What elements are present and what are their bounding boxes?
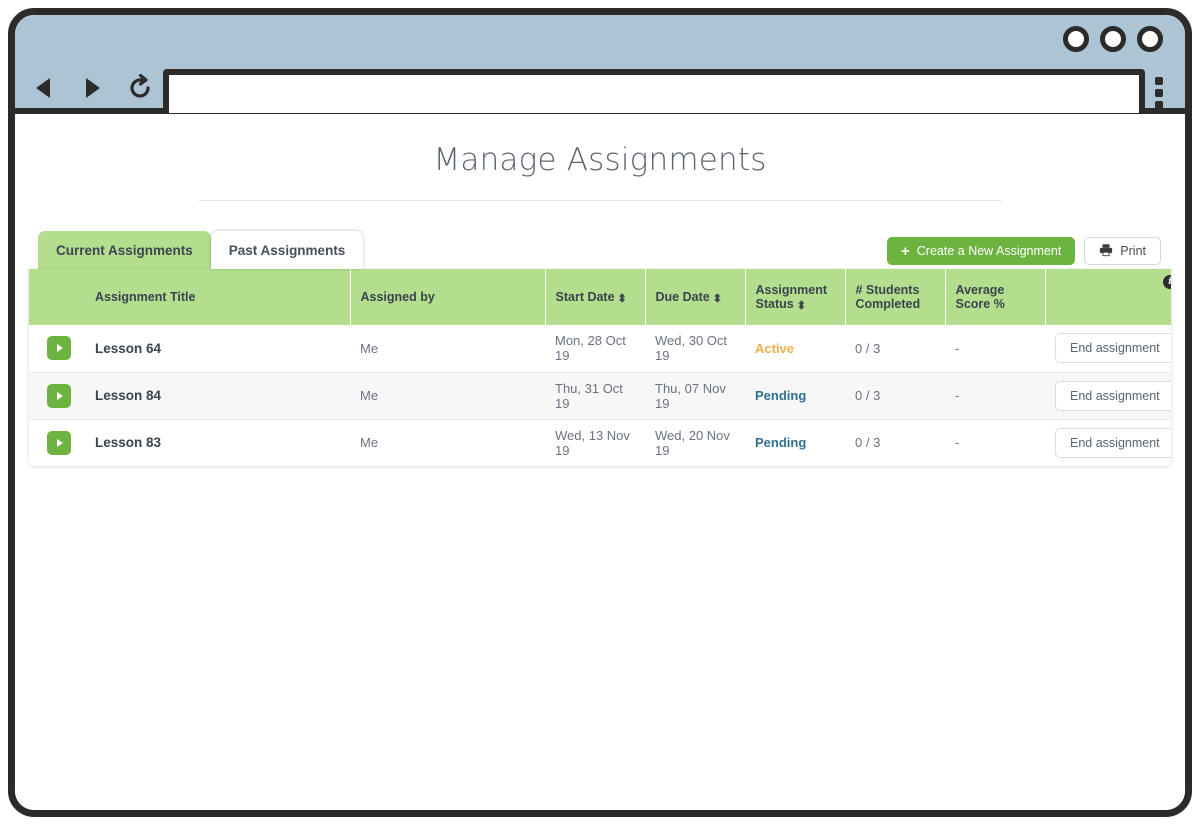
back-icon[interactable] bbox=[29, 73, 59, 103]
create-button-label: Create a New Assignment bbox=[916, 244, 1062, 258]
cell-actions: End assignment bbox=[1045, 419, 1171, 466]
cell-assigned-by: Me bbox=[360, 435, 379, 451]
tab-past-assignments[interactable]: Past Assignments bbox=[210, 231, 364, 269]
tab-label: Past Assignments bbox=[228, 243, 346, 258]
menu-dot bbox=[1155, 89, 1163, 97]
status-badge: Pending bbox=[755, 388, 807, 403]
cell-due-date: Wed, 30 Oct 19 bbox=[655, 333, 728, 364]
column-actions: i bbox=[1045, 269, 1171, 325]
tab-current-assignments[interactable]: Current Assignments bbox=[38, 231, 211, 269]
cell-assigned-by: Me bbox=[360, 388, 379, 403]
forward-icon[interactable] bbox=[77, 73, 107, 103]
column-students-completed: # Students Completed bbox=[845, 269, 946, 325]
cell-due-date: Thu, 07 Nov 19 bbox=[655, 380, 726, 411]
expand-arrow-icon[interactable] bbox=[47, 336, 71, 361]
tab-list: Current Assignments Past Assignments bbox=[38, 231, 364, 269]
cell-assignment-title: Lesson 84 bbox=[95, 388, 162, 403]
cell-average-score: - bbox=[955, 340, 960, 356]
plus-icon: + bbox=[901, 242, 910, 260]
column-assignment-status[interactable]: Assignment Status ⬍ bbox=[745, 269, 846, 325]
status-badge: Pending bbox=[755, 435, 807, 451]
column-label: Start Date bbox=[555, 290, 615, 304]
reload-icon[interactable] bbox=[125, 73, 155, 103]
minimize-button[interactable] bbox=[1063, 26, 1089, 52]
table-body: Lesson 64 Me Mon, 28 Oct 19 Wed, 30 Oct … bbox=[29, 325, 1171, 466]
info-icon[interactable]: i bbox=[1163, 275, 1171, 289]
column-average-score: Average Score % bbox=[945, 269, 1046, 325]
expand-arrow-icon[interactable] bbox=[47, 430, 71, 455]
status-badge: Active bbox=[755, 340, 795, 356]
cell-assignment-title: Lesson 83 bbox=[95, 435, 162, 451]
cell-start-date: Mon, 28 Oct 19 bbox=[555, 333, 626, 364]
triangle-glyph bbox=[57, 438, 63, 447]
browser-chrome-bar bbox=[15, 15, 1185, 114]
cell-students-completed: 0 / 3 bbox=[855, 340, 881, 356]
expand-arrow-icon[interactable] bbox=[47, 383, 71, 408]
maximize-button[interactable] bbox=[1100, 26, 1126, 52]
navigation-controls bbox=[29, 73, 155, 103]
menu-dot bbox=[1155, 101, 1163, 109]
cell-expand bbox=[29, 419, 85, 466]
column-label: Average Score % bbox=[955, 283, 1005, 311]
sort-icon[interactable]: ⬍ bbox=[618, 294, 627, 305]
triangle-glyph bbox=[57, 391, 63, 400]
cell-expand bbox=[29, 325, 85, 372]
column-label: Assigned by bbox=[360, 290, 435, 304]
tab-label: Current Assignments bbox=[56, 243, 193, 258]
cell-actions: End assignment bbox=[1045, 325, 1171, 372]
column-assigned-by: Assigned by bbox=[350, 269, 546, 325]
cell-due-date: Wed, 20 Nov 19 bbox=[655, 427, 730, 458]
menu-dot bbox=[1155, 77, 1163, 85]
cell-assignment-title: Lesson 64 bbox=[95, 340, 162, 356]
cell-students-completed: 0 / 3 bbox=[855, 435, 881, 451]
column-label: Assignment Title bbox=[95, 290, 196, 304]
cell-students-completed: 0 / 3 bbox=[855, 388, 881, 403]
column-label: Assignment Status bbox=[755, 283, 828, 311]
printer-icon bbox=[1099, 243, 1113, 260]
column-expand bbox=[29, 269, 85, 325]
close-button[interactable] bbox=[1137, 26, 1163, 52]
triangle-glyph bbox=[57, 344, 63, 353]
table-header: Assignment Title Assigned by Start Date ⬍… bbox=[29, 269, 1171, 325]
table-row: Lesson 83 Me Wed, 13 Nov 19 Wed, 20 Nov … bbox=[29, 419, 1171, 466]
table-header-row: Assignment Title Assigned by Start Date ⬍… bbox=[29, 269, 1171, 325]
cell-start-date: Thu, 31 Oct 19 bbox=[555, 380, 623, 411]
print-button-label: Print bbox=[1120, 244, 1146, 258]
table-row: Lesson 84 Me Thu, 31 Oct 19 Thu, 07 Nov … bbox=[29, 372, 1171, 419]
cell-average-score: - bbox=[955, 435, 960, 451]
sort-icon[interactable]: ⬍ bbox=[713, 294, 722, 305]
window-controls bbox=[1063, 26, 1163, 52]
sort-icon[interactable]: ⬍ bbox=[797, 301, 806, 312]
column-assignment-title: Assignment Title bbox=[85, 269, 351, 325]
table-row: Lesson 64 Me Mon, 28 Oct 19 Wed, 30 Oct … bbox=[29, 325, 1171, 372]
cell-assigned-by: Me bbox=[360, 340, 379, 356]
url-bar[interactable] bbox=[163, 69, 1145, 113]
assignments-table: Assignment Title Assigned by Start Date ⬍… bbox=[29, 269, 1171, 466]
title-divider bbox=[198, 200, 1002, 201]
create-new-assignment-button[interactable]: + Create a New Assignment bbox=[887, 237, 1076, 265]
end-assignment-button[interactable]: End assignment bbox=[1055, 333, 1171, 364]
end-assignment-button[interactable]: End assignment bbox=[1055, 427, 1171, 458]
browser-menu-icon[interactable] bbox=[1147, 73, 1171, 113]
page-title: Manage Assignments bbox=[433, 142, 767, 178]
column-start-date[interactable]: Start Date ⬍ bbox=[545, 269, 646, 325]
column-label: Due Date bbox=[655, 290, 710, 304]
cell-start-date: Wed, 13 Nov 19 bbox=[555, 427, 630, 458]
assignments-table-card: Assignment Title Assigned by Start Date ⬍… bbox=[29, 269, 1171, 466]
tabs-toolbar: Current Assignments Past Assignments + C… bbox=[29, 229, 1171, 269]
print-button[interactable]: Print bbox=[1084, 237, 1161, 265]
cell-average-score: - bbox=[955, 388, 960, 403]
toolbar-actions: + Create a New Assignment Print bbox=[887, 237, 1161, 265]
end-assignment-button[interactable]: End assignment bbox=[1055, 380, 1171, 411]
page-content: Manage Assignments Current Assignments P… bbox=[15, 114, 1185, 810]
cell-actions: End assignment bbox=[1045, 372, 1171, 419]
column-due-date[interactable]: Due Date ⬍ bbox=[645, 269, 746, 325]
browser-window: Manage Assignments Current Assignments P… bbox=[8, 8, 1192, 817]
cell-expand bbox=[29, 372, 85, 419]
column-label: # Students Completed bbox=[855, 283, 921, 311]
url-input[interactable] bbox=[169, 75, 1139, 113]
